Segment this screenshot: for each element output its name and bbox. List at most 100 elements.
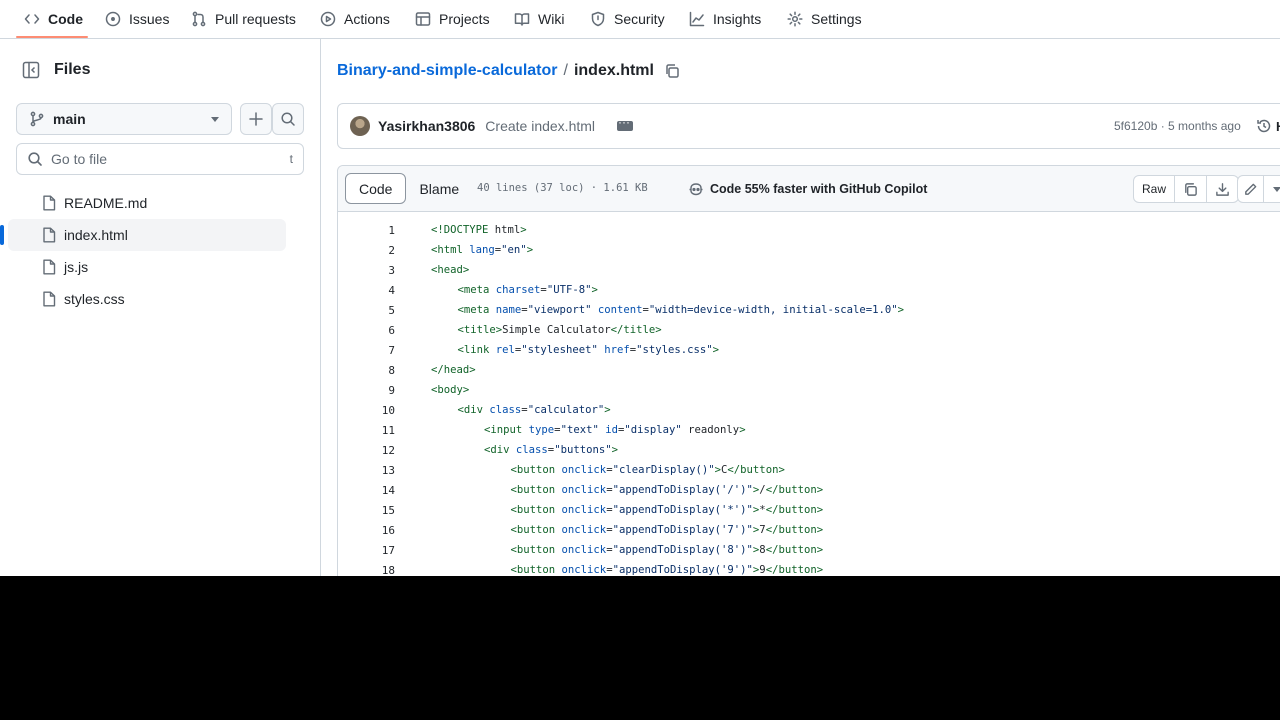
file-item-index-html[interactable]: index.html [0,219,286,251]
graph-icon [689,11,705,27]
selected-indicator [0,225,4,245]
line-number[interactable]: 5 [338,304,395,317]
download-button[interactable] [1207,176,1238,202]
line-number[interactable]: 15 [338,504,395,517]
tab-code-view[interactable]: Code [345,173,407,204]
code-line: 18 <button onclick="appendToDisplay('9')"… [338,560,1280,577]
line-number[interactable]: 8 [338,364,395,377]
search-files-button[interactable] [272,103,304,135]
copy-raw-button[interactable] [1175,176,1208,202]
tab-code[interactable]: Code [24,0,83,38]
code-text: <button onclick="appendToDisplay('9')">9… [510,564,824,576]
tab-blame-view[interactable]: Blame [406,173,472,204]
chevron-down-icon [211,116,219,122]
tab-projects[interactable]: Projects [415,0,490,38]
file-icon [43,195,56,211]
shield-icon [591,11,605,27]
line-number[interactable]: 13 [338,464,395,477]
app-window: Code Issues Pull requests Actions Projec… [0,0,1280,576]
file-actions: Raw [1133,175,1240,203]
tab-label: Code [48,11,83,27]
line-number[interactable]: 3 [338,264,395,277]
expand-commit-icon[interactable] [617,115,634,131]
go-to-file-input[interactable]: Go to file t [16,143,304,175]
keyboard-shortcut-hint: t [289,152,293,166]
line-number[interactable]: 12 [338,444,395,457]
avatar[interactable] [350,116,370,136]
tab-insights[interactable]: Insights [689,0,761,38]
breadcrumb-repo-link[interactable]: Binary-and-simple-calculator [337,62,558,80]
line-number[interactable]: 9 [338,384,395,397]
file-info: 40 lines (37 loc) · 1.61 KB [477,182,648,194]
commit-author[interactable]: Yasirkhan3806 [378,118,475,134]
edit-file-button[interactable] [1238,176,1264,202]
line-number[interactable]: 11 [338,424,395,437]
copilot-promo[interactable]: Code 55% faster with GitHub Copilot [688,181,927,197]
tab-settings[interactable]: Settings [787,0,862,38]
tab-pull-requests[interactable]: Pull requests [191,0,296,38]
code-text: <title>Simple Calculator</title> [457,324,662,336]
download-icon [1216,182,1229,196]
copy-path-icon[interactable] [664,63,680,79]
edit-options-button[interactable] [1264,176,1280,202]
file-name: js.js [64,259,89,275]
line-number[interactable]: 2 [338,244,395,257]
copilot-text: Code 55% faster with GitHub Copilot [710,182,928,196]
play-icon [320,11,336,27]
code-line: 9 <body> [338,380,1280,400]
code-line: 2 <html lang="en"> [338,240,1280,260]
branch-selector[interactable]: main [16,103,232,135]
line-number[interactable]: 16 [338,524,395,537]
history-label[interactable]: H [1276,119,1280,134]
line-number[interactable]: 17 [338,544,395,557]
active-tab-indicator [16,36,88,38]
plus-icon [249,112,263,126]
tab-actions[interactable]: Actions [320,0,390,38]
tab-label: Pull requests [215,11,296,27]
line-number[interactable]: 7 [338,344,395,357]
line-number[interactable]: 1 [338,224,395,237]
code-line: 1 <!DOCTYPE html> [338,220,1280,240]
line-number[interactable]: 10 [338,404,395,417]
line-number[interactable]: 14 [338,484,395,497]
code-text: <head> [431,264,470,276]
line-number[interactable]: 18 [338,564,395,577]
file-item-styles[interactable]: styles.css [0,283,286,315]
code-line: 13 <button onclick="clearDisplay()">C</bu… [338,460,1280,480]
commit-hash-and-time[interactable]: 5f6120b · 5 months ago [1114,119,1241,133]
code-icon [24,14,40,24]
tab-label: Actions [344,11,390,27]
tab-label: Insights [713,11,762,27]
files-title: Files [54,61,91,78]
add-file-button[interactable] [240,103,272,135]
code-line: 5 <meta name="viewport" content="width=de… [338,300,1280,320]
history-icon[interactable] [1256,118,1272,134]
chevron-down-icon [1273,186,1280,192]
file-name: README.md [64,195,148,211]
code-text: <button onclick="appendToDisplay('8')">8… [510,544,824,556]
tab-label: Wiki [538,11,565,27]
collapse-sidebar-icon[interactable] [22,61,40,79]
code-text: <button onclick="appendToDisplay('7')">7… [510,524,824,536]
file-item-js[interactable]: js.js [0,251,286,283]
commit-message[interactable]: Create index.html [485,118,595,134]
code-text: <body> [431,384,470,396]
code-line: 11 <input type="text" id="display" readon… [338,420,1280,440]
tab-wiki[interactable]: Wiki [514,0,564,38]
line-number[interactable]: 4 [338,284,395,297]
tab-label: Settings [811,11,862,27]
file-viewer: Code Blame 40 lines (37 loc) · 1.61 KB C… [337,165,1280,576]
breadcrumb: Binary-and-simple-calculator / index.htm… [337,62,680,80]
code-line: 6 <title>Simple Calculator</title> [338,320,1280,340]
tab-label: Issues [129,11,170,27]
code-line: 3 <head> [338,260,1280,280]
tab-security[interactable]: Security [590,0,665,38]
raw-button[interactable]: Raw [1134,176,1176,202]
branch-name: main [53,111,86,127]
code-text: <!DOCTYPE html> [431,224,527,236]
line-number[interactable]: 6 [338,324,395,337]
file-item-readme[interactable]: README.md [0,187,286,219]
code-text: <button onclick="appendToDisplay('*')">*… [510,504,824,516]
edit-actions [1237,175,1280,203]
tab-issues[interactable]: Issues [105,0,169,38]
